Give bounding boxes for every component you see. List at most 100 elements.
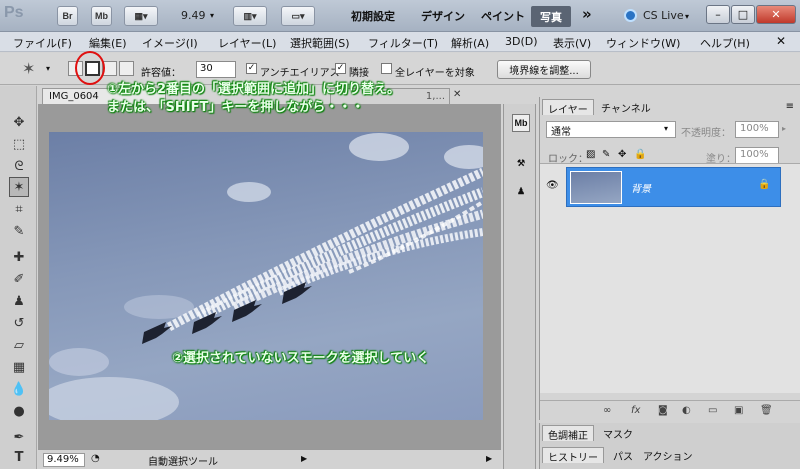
menu-view[interactable]: 表示(V) bbox=[553, 35, 591, 51]
panel-dock-icons: Mb ⚒ ♟ bbox=[503, 104, 536, 469]
arrange-documents-button[interactable]: ▥▾ bbox=[233, 6, 267, 26]
type-tool-icon[interactable]: T bbox=[9, 447, 29, 467]
lock-pixels-icon[interactable]: ✎ bbox=[602, 149, 610, 160]
document-tab-2-suffix: 1,... bbox=[425, 91, 445, 102]
maximize-button[interactable]: □ bbox=[731, 5, 755, 24]
cs-live-dropdown-icon[interactable]: ▾ bbox=[685, 12, 689, 21]
instruction-note-1: ①左から2番目の「選択範囲に追加」に切り替え。 bbox=[107, 82, 401, 97]
opacity-dropdown-icon[interactable]: ▸ bbox=[782, 124, 786, 133]
link-layers-icon[interactable]: ∞ bbox=[603, 405, 611, 416]
menu-edit[interactable]: 編集(E) bbox=[89, 35, 127, 51]
status-menu-arrow-icon[interactable]: ▶ bbox=[301, 454, 307, 463]
menu-file[interactable]: ファイル(F) bbox=[13, 35, 72, 51]
blur-tool-icon[interactable]: 💧 bbox=[9, 379, 29, 399]
antialias-checkbox[interactable]: ✓ bbox=[246, 63, 257, 74]
layer-thumbnail bbox=[570, 171, 622, 204]
move-tool-icon[interactable]: ✥ bbox=[9, 112, 29, 132]
adjustment-layer-icon[interactable]: ◐ bbox=[682, 405, 691, 416]
menu-layer[interactable]: レイヤー(L) bbox=[218, 35, 276, 51]
marquee-tool-icon[interactable]: ⬚ bbox=[9, 134, 29, 154]
tab-actions[interactable]: アクション bbox=[638, 447, 698, 463]
history-brush-tool-icon[interactable]: ↺ bbox=[9, 313, 29, 333]
visibility-eye-icon[interactable]: 👁 bbox=[546, 180, 559, 191]
tab-layers[interactable]: レイヤー bbox=[542, 99, 594, 116]
layer-style-icon[interactable]: fx bbox=[631, 405, 640, 416]
zoom-dropdown-icon[interactable]: ▾ bbox=[210, 11, 214, 20]
close-button[interactable]: ✕ bbox=[756, 5, 796, 24]
menu-analysis[interactable]: 解析(A) bbox=[451, 35, 489, 51]
workspace-painting[interactable]: ペイント bbox=[481, 8, 525, 24]
add-mask-icon[interactable]: ◙ bbox=[658, 405, 668, 416]
antialias-label: アンチエイリアス bbox=[260, 68, 340, 79]
panel-menu-icon[interactable]: ≡ bbox=[786, 101, 794, 112]
title-bar: Ps Br Mb ▦▾ 9.49 ▾ ▥▾ ▭▾ 初期設定 デザイン ペイント … bbox=[0, 0, 800, 32]
document-close-icon[interactable]: ✕ bbox=[453, 89, 461, 100]
scroll-right-icon[interactable]: ▶ bbox=[486, 454, 492, 463]
tab-adjustments[interactable]: 色調補正 bbox=[542, 425, 594, 442]
highlight-circle bbox=[75, 51, 105, 85]
minimize-button[interactable]: – bbox=[706, 5, 730, 24]
gradient-tool-icon[interactable]: ▦ bbox=[9, 357, 29, 377]
toolbox: ✥ ⬚ ᘓ ✶ ⌗ ✎ ✚ ✐ ♟ ↺ ▱ ▦ 💧 ● ✒ T bbox=[0, 86, 37, 469]
status-info-icon[interactable]: ◔ bbox=[91, 453, 100, 464]
workspace-design[interactable]: デザイン bbox=[421, 8, 465, 24]
crop-tool-icon[interactable]: ⌗ bbox=[9, 199, 29, 219]
dodge-tool-icon[interactable]: ● bbox=[9, 401, 29, 421]
menu-window[interactable]: ウィンドウ(W) bbox=[606, 35, 680, 51]
blend-mode-dropdown-icon[interactable]: ▾ bbox=[664, 124, 668, 133]
refine-edge-button[interactable]: 境界線を調整... bbox=[497, 60, 591, 79]
healing-brush-tool-icon[interactable]: ✚ bbox=[9, 247, 29, 267]
menu-3d[interactable]: 3D(D) bbox=[505, 35, 538, 48]
mini-bridge-panel-icon[interactable]: Mb bbox=[512, 114, 530, 132]
zoom-level[interactable]: 9.49 bbox=[181, 9, 206, 22]
mini-bridge-button[interactable]: Mb bbox=[91, 6, 112, 26]
menu-help[interactable]: ヘルプ(H) bbox=[700, 35, 750, 51]
intersect-selection-icon[interactable] bbox=[119, 61, 134, 76]
workspace-photography[interactable]: 写真 bbox=[531, 6, 571, 27]
tool-preset-dropdown-icon[interactable]: ▾ bbox=[46, 64, 50, 73]
cs-live-button[interactable]: CS Live bbox=[643, 9, 684, 22]
layer-name: 背景 bbox=[631, 184, 651, 195]
blend-mode-select[interactable]: 通常 bbox=[546, 121, 676, 138]
delete-layer-icon[interactable]: 🗑 bbox=[760, 405, 773, 416]
clone-source-panel-icon[interactable]: ♟ bbox=[512, 182, 530, 200]
fill-input[interactable]: 100% bbox=[735, 147, 779, 164]
menu-image[interactable]: イメージ(I) bbox=[142, 35, 198, 51]
contiguous-checkbox[interactable]: ✓ bbox=[335, 63, 346, 74]
opacity-input[interactable]: 100% bbox=[735, 121, 779, 138]
view-extras-button[interactable]: ▦▾ bbox=[124, 6, 158, 26]
all-layers-checkbox[interactable] bbox=[381, 63, 392, 74]
lock-transparency-icon[interactable]: ▨ bbox=[586, 149, 595, 160]
document-tab-label: IMG_0604 bbox=[49, 91, 99, 102]
lock-all-icon[interactable]: 🔒 bbox=[634, 149, 646, 160]
new-layer-icon[interactable]: ▣ bbox=[734, 405, 743, 416]
magic-wand-tool-icon[interactable]: ✶ bbox=[9, 177, 29, 197]
document-canvas[interactable] bbox=[49, 132, 483, 420]
lasso-tool-icon[interactable]: ᘓ bbox=[9, 156, 29, 176]
tolerance-input[interactable]: 30 bbox=[196, 61, 236, 78]
bridge-button[interactable]: Br bbox=[57, 6, 78, 26]
tools-panel-icon[interactable]: ⚒ bbox=[512, 154, 530, 172]
lock-position-icon[interactable]: ✥ bbox=[618, 149, 626, 160]
clone-stamp-tool-icon[interactable]: ♟ bbox=[9, 291, 29, 311]
magic-wand-preset-icon[interactable]: ✶ bbox=[22, 59, 35, 78]
more-workspaces-icon[interactable]: » bbox=[582, 5, 592, 23]
new-group-icon[interactable]: ▭ bbox=[708, 405, 717, 416]
layer-row-background[interactable]: 背景 🔒 bbox=[566, 167, 781, 207]
menu-select[interactable]: 選択範囲(S) bbox=[290, 35, 350, 51]
eyedropper-tool-icon[interactable]: ✎ bbox=[9, 221, 29, 241]
pen-tool-icon[interactable]: ✒ bbox=[9, 427, 29, 447]
brush-tool-icon[interactable]: ✐ bbox=[9, 269, 29, 289]
menu-close-icon[interactable]: ✕ bbox=[776, 34, 786, 48]
tab-history[interactable]: ヒストリー bbox=[542, 447, 604, 464]
screen-mode-button[interactable]: ▭▾ bbox=[281, 6, 315, 26]
tab-channels[interactable]: チャンネル bbox=[596, 99, 656, 115]
tab-masks[interactable]: マスク bbox=[598, 425, 638, 441]
eraser-tool-icon[interactable]: ▱ bbox=[9, 335, 29, 355]
layers-panel: レイヤー チャンネル ≡ 通常 ▾ 不透明度： 100% ▸ ロック： ▨ ✎ … bbox=[539, 97, 800, 420]
menu-filter[interactable]: フィルター(T) bbox=[368, 35, 438, 51]
instruction-note-3: ②選択されていないスモークを選択していく bbox=[172, 351, 430, 366]
tab-paths[interactable]: パス bbox=[608, 447, 638, 463]
workspace-essentials[interactable]: 初期設定 bbox=[351, 8, 395, 24]
status-zoom-field[interactable]: 9.49% bbox=[43, 453, 85, 467]
